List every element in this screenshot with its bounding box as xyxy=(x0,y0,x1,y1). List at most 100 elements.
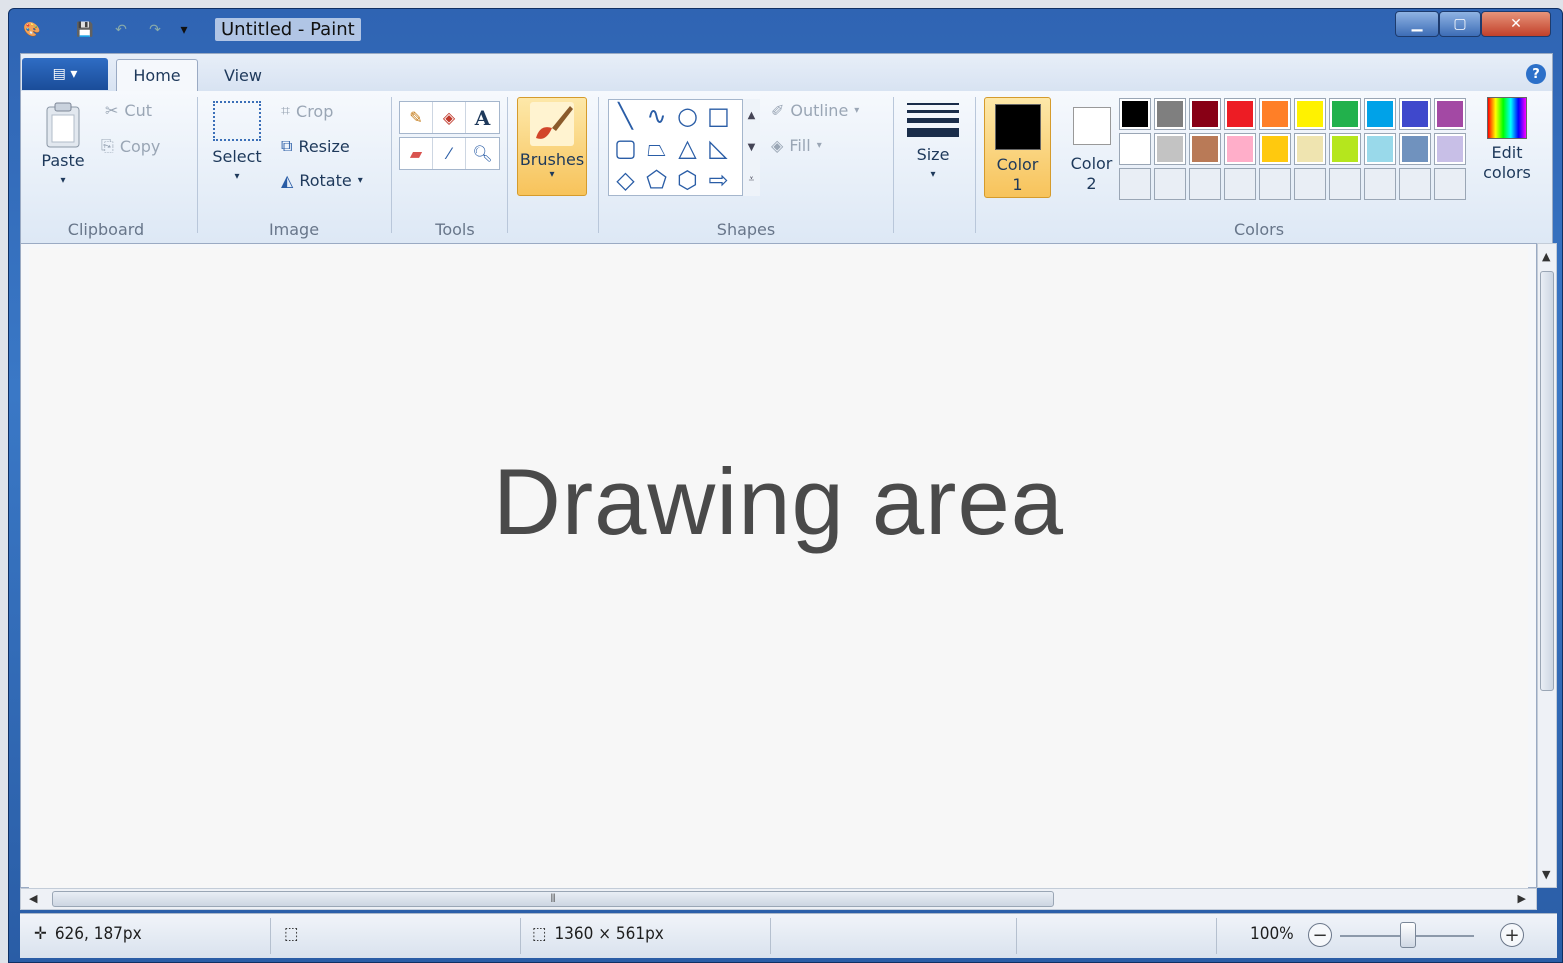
crop-icon: ⌗ xyxy=(281,101,291,120)
resize-button[interactable]: ⧉ Resize xyxy=(281,136,350,156)
zoom-out-icon[interactable]: − xyxy=(1308,923,1332,947)
maximize-button[interactable]: ▢ xyxy=(1439,11,1481,37)
copy-button[interactable]: ⎘ Copy xyxy=(101,136,160,156)
paint-menu-button[interactable]: ▤ ▾ xyxy=(22,58,108,90)
colors-group-label: Colors xyxy=(1233,220,1285,239)
shapes-group-label: Shapes xyxy=(716,220,776,239)
fill-bucket-icon[interactable]: ◈ xyxy=(433,102,466,133)
redo-icon[interactable]: ↷ xyxy=(143,19,167,41)
canvas-size-icon: ⬚ xyxy=(532,924,547,944)
rotate-dropdown-icon: ▾ xyxy=(357,175,363,186)
tools-group: ✎ ◈ A ▰ ⁄ 🔍︎ Tools xyxy=(393,91,517,241)
zoom-level: 100% xyxy=(1250,924,1294,944)
title-bar: 🎨 💾 ↶ ↷ ▾ Untitled - Paint ▁ ▢ ✕ xyxy=(9,9,1562,51)
scissors-icon: ✂ xyxy=(105,101,119,120)
undo-icon[interactable]: ↶ xyxy=(109,19,133,41)
select-button[interactable]: Select ▾ xyxy=(207,101,267,187)
cut-button[interactable]: ✂ Cut xyxy=(105,101,152,120)
brushes-label: Brushes xyxy=(519,150,585,169)
group-divider xyxy=(507,97,508,233)
ribbon: ▤ ▾ Home View ? Paste ▾ ✂ Cut ⎘ Copy Clipb… xyxy=(20,53,1553,243)
resize-icon: ⧉ xyxy=(281,136,293,155)
close-button[interactable]: ✕ xyxy=(1481,11,1551,37)
status-divider xyxy=(270,918,271,954)
copy-icon: ⎘ xyxy=(101,136,114,155)
image-group-label: Image xyxy=(268,220,320,239)
eraser-icon[interactable]: ▰ xyxy=(400,138,433,169)
pencil-icon[interactable]: ✎ xyxy=(400,102,433,133)
size-button[interactable]: Size ▾ xyxy=(905,99,961,185)
drawing-canvas[interactable]: Drawing area xyxy=(29,248,1528,889)
clipboard-group: Paste ▾ ✂ Cut ⎘ Copy Clipboard xyxy=(21,91,191,241)
scroll-left-icon[interactable]: ◀ xyxy=(29,892,37,905)
scroll-down-icon[interactable]: ▼ xyxy=(1542,868,1550,881)
vertical-scroll-thumb[interactable] xyxy=(1540,271,1554,691)
rotate-icon: ◭ xyxy=(281,171,294,190)
save-icon[interactable]: 💾 xyxy=(73,19,97,41)
color-picker-icon[interactable]: ⁄ xyxy=(433,138,466,169)
image-group: Select ▾ ⌗ Crop ⧉ Resize ◭ Rotate ▾ Image xyxy=(199,91,389,241)
rotate-button[interactable]: ◭ Rotate ▾ xyxy=(281,171,363,190)
shapes-group: Shapes xyxy=(601,91,891,241)
horizontal-scroll-thumb[interactable]: ⦀ xyxy=(52,891,1054,907)
paint-app-icon[interactable]: 🎨 xyxy=(21,19,43,41)
canvas-text: Drawing area xyxy=(492,449,1065,554)
select-dropdown-icon: ▾ xyxy=(234,171,240,182)
tools-group-label: Tools xyxy=(435,220,475,239)
paste-button[interactable]: Paste ▾ xyxy=(35,101,91,191)
status-divider xyxy=(770,918,771,954)
tab-home[interactable]: Home xyxy=(116,59,198,91)
scroll-right-icon[interactable]: ▶ xyxy=(1518,892,1526,905)
size-dropdown-icon: ▾ xyxy=(930,169,936,180)
clipboard-group-label: Clipboard xyxy=(67,220,145,239)
canvas-size: ⬚ 1360 × 561px xyxy=(532,924,664,944)
window-title: Untitled - Paint xyxy=(215,18,361,41)
paste-icon xyxy=(46,102,80,148)
copy-label: Copy xyxy=(119,136,161,156)
vertical-scrollbar[interactable]: ▲ ▼ xyxy=(1537,243,1557,888)
selection-size-icon: ⬚ xyxy=(284,924,299,944)
cut-label: Cut xyxy=(124,101,152,120)
canvas-size-value: 1360 × 561px xyxy=(554,924,664,944)
menu-icon: ▤ ▾ xyxy=(52,66,78,82)
scroll-up-icon[interactable]: ▲ xyxy=(1542,250,1550,263)
crop-label: Crop xyxy=(296,101,334,121)
paste-label: Paste xyxy=(41,151,85,170)
group-divider xyxy=(893,97,894,233)
zoom-in-icon[interactable]: + xyxy=(1500,923,1524,947)
cursor-position-icon: ✛ xyxy=(34,924,47,944)
ribbon-tabs: ▤ ▾ Home View ? xyxy=(21,54,1552,91)
status-divider xyxy=(520,918,521,954)
text-tool-icon[interactable]: A xyxy=(466,102,499,133)
status-divider xyxy=(1216,918,1217,954)
status-divider xyxy=(1016,918,1017,954)
selection-size: ⬚ xyxy=(284,924,298,944)
help-icon[interactable]: ? xyxy=(1526,64,1546,84)
ribbon-panel: Paste ▾ ✂ Cut ⎘ Copy Clipboard Select ▾ ⌗ C… xyxy=(21,91,1552,243)
canvas-area: Drawing area xyxy=(20,243,1537,889)
paint-window: 🎨 💾 ↶ ↷ ▾ Untitled - Paint ▁ ▢ ✕ ▤ ▾ Hom… xyxy=(8,8,1563,963)
customize-quick-access-icon[interactable]: ▾ xyxy=(175,19,193,41)
crop-button[interactable]: ⌗ Crop xyxy=(281,101,333,121)
minimize-button[interactable]: ▁ xyxy=(1395,11,1439,37)
horizontal-scrollbar[interactable]: ◀ ⦀ ▶ xyxy=(20,888,1537,910)
group-divider xyxy=(975,97,976,233)
status-bar: ✛ 626, 187px ⬚ ⬚ 1360 × 561px 100% − + xyxy=(20,913,1557,958)
brush-icon xyxy=(530,102,574,146)
tools-row-1: ✎ ◈ A xyxy=(399,101,500,134)
group-divider xyxy=(391,97,392,233)
cursor-position: ✛ 626, 187px xyxy=(34,924,142,944)
colors-group: Colors xyxy=(979,91,1539,241)
rotate-label: Rotate xyxy=(299,171,352,190)
brushes-dropdown-icon: ▾ xyxy=(549,169,555,180)
size-label: Size xyxy=(916,145,950,164)
select-label: Select xyxy=(212,147,262,166)
zoom-slider-thumb[interactable] xyxy=(1400,922,1416,948)
tab-view[interactable]: View xyxy=(208,59,278,91)
group-divider xyxy=(197,97,198,233)
select-rectangle-icon xyxy=(213,101,261,141)
brushes-button[interactable]: Brushes ▾ xyxy=(517,97,587,196)
group-divider xyxy=(598,97,599,233)
tools-row-2: ▰ ⁄ 🔍︎ xyxy=(399,137,500,170)
magnifier-icon[interactable]: 🔍︎ xyxy=(466,138,499,169)
